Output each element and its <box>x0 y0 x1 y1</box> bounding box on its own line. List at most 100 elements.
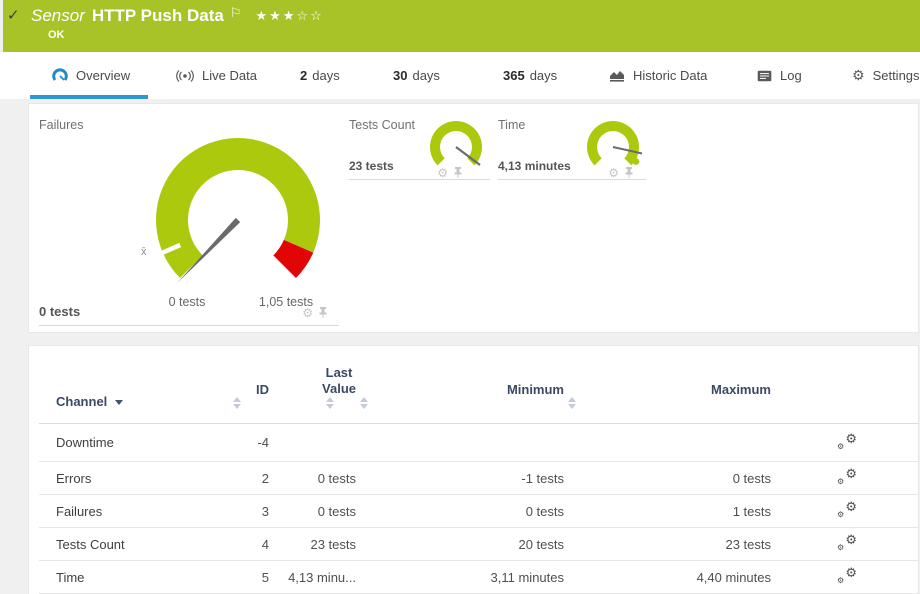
column-header-maximum[interactable]: Maximum <box>564 382 771 409</box>
gauge-current-value: 0 tests <box>39 304 80 319</box>
sort-descending-icon <box>115 400 123 405</box>
channel-name: Failures <box>39 504 229 519</box>
channel-name: Time <box>39 570 229 585</box>
channel-minimum: -1 tests <box>356 471 564 486</box>
channel-settings-gears-icon[interactable]: ⚙⚙ <box>837 567 857 584</box>
channel-name: Errors <box>39 471 229 486</box>
gauge-settings-gear-icon[interactable]: ⚙ <box>437 167 448 179</box>
table-row-downtime[interactable]: Downtime -4 ⚙⚙ <box>39 424 918 462</box>
gauge-tile-time: Time 4,13 minutes ⚙ <box>498 104 646 180</box>
live-broadcast-icon <box>176 70 194 82</box>
gauge-current-value: 23 tests <box>349 159 394 173</box>
column-header-label: Last <box>326 365 353 380</box>
tab-label: days <box>412 68 439 83</box>
channel-maximum: 1 tests <box>564 504 771 519</box>
tab-number: 365 <box>503 68 525 83</box>
channel-table-panel: Channel ID Last Value Minimum Maximum Do… <box>28 345 919 594</box>
gauge-title: Failures <box>39 118 83 132</box>
channel-id: 5 <box>229 570 269 585</box>
gauge-icon <box>52 68 68 83</box>
column-header-label: Minimum <box>507 382 564 397</box>
tab-2-days[interactable]: 2 days <box>300 52 340 99</box>
column-header-label: ID <box>256 382 269 397</box>
tab-overview[interactable]: Overview <box>30 52 148 99</box>
channel-id: 2 <box>229 471 269 486</box>
column-header-channel[interactable]: Channel <box>39 394 229 409</box>
channel-id: 3 <box>229 504 269 519</box>
tab-settings[interactable]: ⚙ Settings <box>852 52 920 99</box>
column-header-id[interactable]: ID <box>229 382 269 409</box>
gear-icon: ⚙ <box>852 67 865 84</box>
column-header-label: Maximum <box>711 382 771 397</box>
prtg-sensor-overview-page: { "header": { "check_icon": "✓", "type_l… <box>0 0 920 594</box>
channel-last-value: 0 tests <box>269 504 356 519</box>
sort-icon <box>360 397 368 409</box>
log-list-icon <box>757 70 772 82</box>
active-tab-indicator <box>30 95 148 99</box>
gauge-tile-tests-count: Tests Count 23 tests ⚙ <box>349 104 490 180</box>
tab-bar: Overview Live Data 2 days 30 days 365 da… <box>0 52 920 99</box>
tab-log[interactable]: Log <box>757 52 802 99</box>
tab-historic-data[interactable]: Historic Data <box>609 52 707 99</box>
column-header-last-value[interactable]: Last Value <box>269 365 356 409</box>
gauges-panel: Failures x̄ 0 tests 1,05 tests 0 tests ⚙… <box>28 103 919 333</box>
table-header-row: Channel ID Last Value Minimum Maximum <box>39 346 918 424</box>
gauge-title: Tests Count <box>349 118 415 132</box>
priority-rating-stars[interactable]: ★★★☆☆ <box>255 8 323 24</box>
tab-30-days[interactable]: 30 days <box>393 52 440 99</box>
channel-last-value: 0 tests <box>269 471 356 486</box>
channel-id: 4 <box>229 537 269 552</box>
tab-number: 30 <box>393 68 407 83</box>
tab-label: Settings <box>873 68 920 83</box>
channel-name: Tests Count <box>39 537 229 552</box>
channel-maximum: 0 tests <box>564 471 771 486</box>
tab-label: Overview <box>76 68 130 83</box>
priority-flag-icon[interactable]: ⚐ <box>230 5 242 21</box>
column-header-label: Channel <box>56 394 107 409</box>
channel-settings-gears-icon[interactable]: ⚙⚙ <box>837 433 857 450</box>
pin-icon[interactable] <box>624 166 634 179</box>
tab-label: Log <box>780 68 802 83</box>
table-row-failures[interactable]: Failures 3 0 tests 0 tests 1 tests ⚙⚙ <box>39 495 918 528</box>
channel-minimum: 20 tests <box>356 537 564 552</box>
tab-label: Live Data <box>202 68 257 83</box>
table-row-errors[interactable]: Errors 2 0 tests -1 tests 0 tests ⚙⚙ <box>39 462 918 495</box>
channel-maximum: 23 tests <box>564 537 771 552</box>
sort-icon <box>233 397 241 409</box>
table-row-tests-count[interactable]: Tests Count 4 23 tests 20 tests 23 tests… <box>39 528 918 561</box>
sensor-header: ✓ Sensor HTTP Push Data ⚐ ★★★☆☆ OK <box>3 0 920 52</box>
pin-icon[interactable] <box>453 166 463 179</box>
gauge-settings-gear-icon[interactable]: ⚙ <box>608 167 619 179</box>
pin-icon[interactable] <box>318 306 328 319</box>
channel-last-value: 4,13 minu... <box>269 570 356 585</box>
channel-last-value: 23 tests <box>269 537 356 552</box>
gauge-settings-gear-icon[interactable]: ⚙ <box>302 307 313 319</box>
tab-number: 2 <box>300 68 307 83</box>
gauge-current-value: 4,13 minutes <box>498 159 571 173</box>
gauge-tile-failures: Failures x̄ 0 tests 1,05 tests 0 tests ⚙ <box>39 104 339 326</box>
object-type-label: Sensor <box>31 6 85 26</box>
column-header-minimum[interactable]: Minimum <box>356 382 564 409</box>
gauge-scale-min: 0 tests <box>139 295 235 309</box>
channel-table: Channel ID Last Value Minimum Maximum Do… <box>39 346 918 594</box>
channel-settings-gears-icon[interactable]: ⚙⚙ <box>837 501 857 518</box>
sensor-status-badge: OK <box>48 29 65 41</box>
channel-settings-gears-icon[interactable]: ⚙⚙ <box>837 468 857 485</box>
sort-icon <box>326 397 334 409</box>
tab-live-data[interactable]: Live Data <box>176 52 257 99</box>
status-ok-check-icon: ✓ <box>7 6 20 24</box>
sort-icon <box>568 397 576 409</box>
channel-minimum: 3,11 minutes <box>356 570 564 585</box>
tab-label: days <box>312 68 339 83</box>
column-header-label: Value <box>322 381 356 396</box>
channel-name: Downtime <box>39 435 229 450</box>
sensor-title: HTTP Push Data <box>92 6 224 26</box>
average-marker-label: x̄ <box>141 246 147 258</box>
area-chart-icon <box>609 69 625 82</box>
tab-label: Historic Data <box>633 68 707 83</box>
table-row-time[interactable]: Time 5 4,13 minu... 3,11 minutes 4,40 mi… <box>39 561 918 594</box>
tab-365-days[interactable]: 365 days <box>503 52 557 99</box>
channel-id: -4 <box>229 435 269 450</box>
channel-maximum: 4,40 minutes <box>564 570 771 585</box>
channel-settings-gears-icon[interactable]: ⚙⚙ <box>837 534 857 551</box>
